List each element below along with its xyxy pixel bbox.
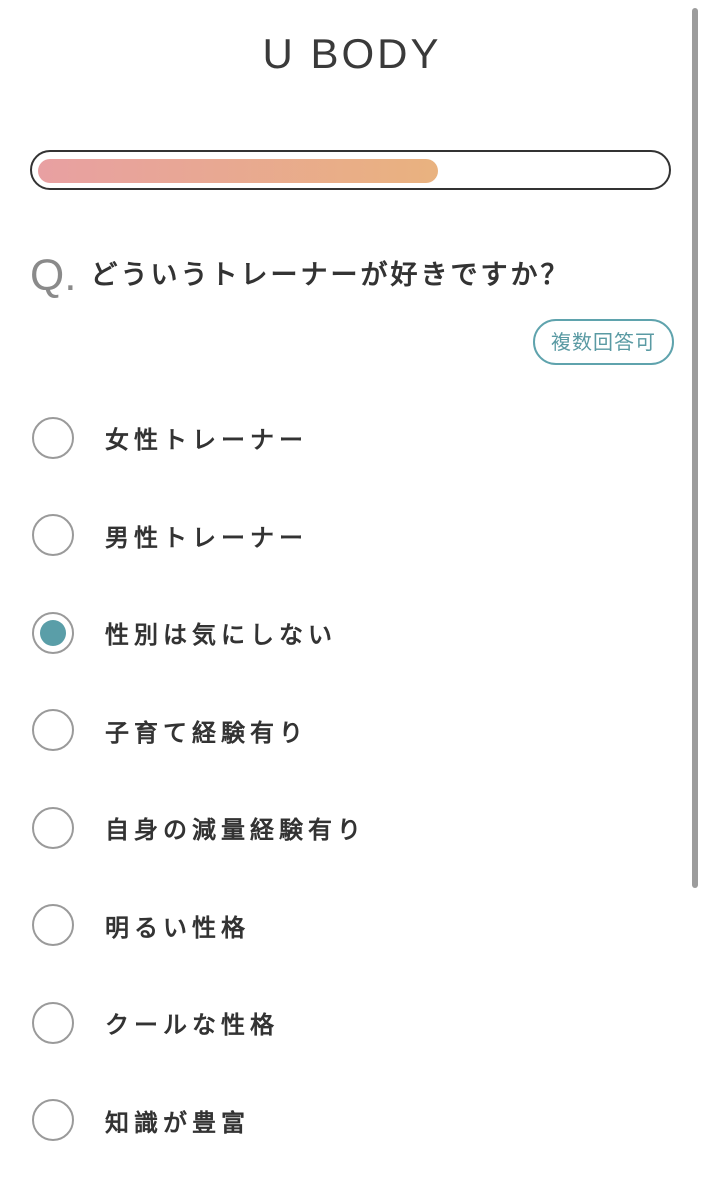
option-label: クールな性格 <box>105 1011 279 1040</box>
app-title: U BODY <box>262 30 442 77</box>
option-cool-personality[interactable]: クールな性格 <box>32 974 672 1072</box>
question-heading: Q. どういうトレーナーが好きですか？ <box>30 248 570 304</box>
option-label: 女性トレーナー <box>105 426 308 455</box>
option-weight-loss-experience[interactable]: 自身の減量経験有り <box>32 779 672 877</box>
option-label: 知識が豊富 <box>105 1108 250 1137</box>
option-knowledgeable[interactable]: 知識が豊富 <box>32 1072 672 1170</box>
option-parenting-experience[interactable]: 子育て経験有り <box>32 682 672 780</box>
option-label: 男性トレーナー <box>105 523 308 552</box>
option-label: 自身の減量経験有り <box>105 816 366 845</box>
radio-button[interactable] <box>32 514 74 557</box>
progress-bar <box>30 150 671 190</box>
option-gender-any[interactable]: 性別は気にしない <box>32 584 672 682</box>
radio-button[interactable] <box>32 1099 74 1142</box>
radio-button[interactable] <box>32 1001 74 1044</box>
question-text: どういうトレーナーが好きですか？ <box>90 260 571 291</box>
radio-button[interactable] <box>32 709 74 752</box>
radio-button-selected[interactable] <box>32 611 74 654</box>
option-label: 明るい性格 <box>105 913 250 942</box>
progress-fill <box>38 159 438 183</box>
question-prefix: Q <box>30 251 65 300</box>
radio-button[interactable] <box>32 904 74 947</box>
multiple-answer-badge: 複数回答可 <box>533 319 674 365</box>
question-prefix-dot: . <box>64 251 77 300</box>
radio-button[interactable] <box>32 806 74 849</box>
option-cheerful-personality[interactable]: 明るい性格 <box>32 877 672 975</box>
option-label: 子育て経験有り <box>105 718 308 747</box>
option-label: 性別は気にしない <box>105 621 337 650</box>
radio-button[interactable] <box>32 416 74 459</box>
scrollbar[interactable] <box>692 8 698 888</box>
option-female-trainer[interactable]: 女性トレーナー <box>32 389 672 487</box>
options-list: 女性トレーナー 男性トレーナー 性別は気にしない 子育て経験有り 自身の減量経験… <box>32 389 672 1169</box>
option-male-trainer[interactable]: 男性トレーナー <box>32 487 672 585</box>
